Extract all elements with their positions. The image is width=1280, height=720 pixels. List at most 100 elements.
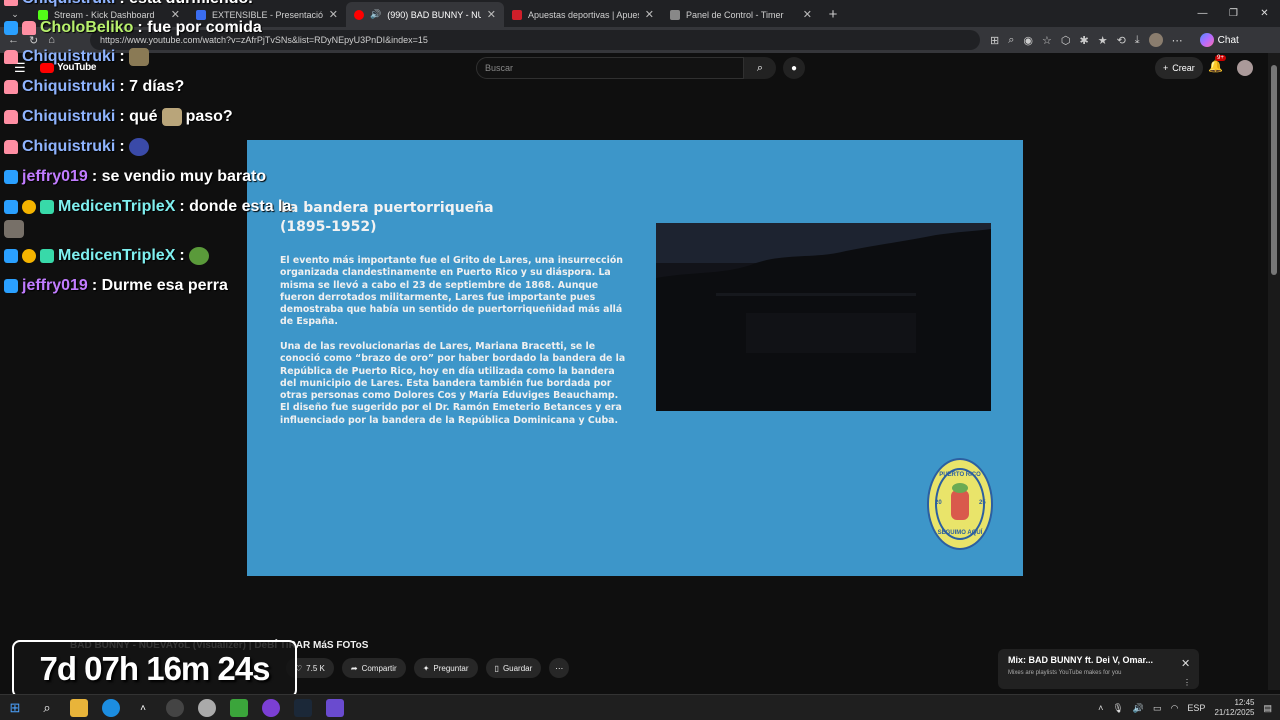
slide-paragraph-1: El evento más importante fue el Grito de… (280, 255, 623, 328)
car-badge-icon (4, 50, 18, 64)
windows-start-icon[interactable]: ⊞ (6, 699, 24, 717)
frog-mascot-icon (951, 483, 969, 520)
plus-icon: + (1163, 63, 1169, 73)
terminal-icon[interactable]: ˄ (134, 699, 152, 717)
more-icon[interactable]: ⋯ (1172, 34, 1183, 47)
window-controls: — ❐ ✕ (1187, 0, 1280, 27)
scrollbar-thumb[interactable] (1271, 65, 1277, 275)
share-button[interactable]: ➦ Compartir (341, 658, 406, 678)
emote-icon (128, 48, 149, 66)
chat-message: Chiquistruki : (4, 48, 149, 66)
steam-icon[interactable] (294, 699, 312, 717)
voice-search-button[interactable]: ● (783, 57, 805, 79)
car-badge-icon (4, 80, 18, 94)
app-green-icon[interactable] (230, 699, 248, 717)
notification-badge: 9+ (1215, 55, 1226, 61)
new-tab-button[interactable]: + (820, 2, 846, 27)
download-icon[interactable]: ⤓ (1135, 34, 1140, 47)
search-icon: ⌕ (756, 61, 764, 74)
maximize-icon[interactable]: ❐ (1218, 0, 1249, 27)
chat-message: CholoBeliko : fue por comida (4, 19, 262, 37)
timer-icon (670, 9, 680, 20)
history-icon[interactable]: ⟲ (1117, 34, 1126, 47)
mix-playlist-card[interactable]: Mix: BAD BUNNY ft. Dei V, Omar... Mixes … (998, 649, 1199, 689)
kick-badge-icon (4, 170, 18, 184)
eye-icon[interactable]: ◉ (1023, 34, 1033, 47)
chat-message: jeffry019 : Durme esa perra (4, 277, 228, 295)
account-avatar[interactable] (1237, 60, 1253, 76)
microphone-icon[interactable]: 🎙 (1112, 703, 1123, 714)
emote-icon (161, 108, 182, 126)
chat-message-emote-line (4, 220, 24, 238)
close-window-icon[interactable]: ✕ (1249, 0, 1280, 27)
video-actions: ♡ 7.5 K ➦ Compartir ✦ Preguntar ▯ Guarda… (286, 658, 570, 678)
kick-icon (38, 9, 48, 20)
chat-message: MedicenTripleX : (4, 247, 209, 265)
obs-icon[interactable] (166, 699, 184, 717)
cat-emote-icon (4, 220, 24, 238)
extension-icon[interactable]: ⬡ (1061, 34, 1071, 47)
install-icon[interactable]: ⊞ (990, 34, 999, 47)
edge-icon[interactable] (102, 699, 120, 717)
extensions-puzzle-icon[interactable]: ✱ (1079, 34, 1088, 47)
tab-timer[interactable]: Panel de Control - Timer ✕ (662, 2, 820, 27)
kick-badge-icon (4, 249, 18, 263)
save-button[interactable]: ▯ Guardar (485, 658, 542, 678)
app-purple-icon[interactable] (262, 699, 280, 717)
create-button[interactable]: + Crear (1155, 57, 1203, 79)
video-player[interactable]: La bandera puertorriqueña (1895-1952) El… (247, 140, 1023, 576)
profile-avatar[interactable] (1148, 33, 1163, 47)
language-indicator[interactable]: ESP (1187, 703, 1205, 713)
search-input[interactable]: Buscar (476, 57, 744, 79)
bookmark-icon: ▯ (494, 663, 499, 673)
tab-apuestas[interactable]: Apuestas deportivas | Apuestas en ✕ (504, 2, 662, 27)
screen: ⌄ Stream - Kick Dashboard ✕ EXTENSIBLE -… (0, 0, 1280, 720)
taskbar: ⊞ ⌕ ˄ ˄ 🎙 🔊 ▭ ◠ ESP 12:45 21/12/2025 ▤ (0, 694, 1280, 720)
speaker-icon[interactable]: 🔊 (370, 9, 381, 20)
ask-button[interactable]: ✦ Preguntar (413, 658, 478, 678)
gift-badge-icon (40, 200, 54, 214)
chat-message: Chiquistruki : esta durmiendo. (4, 0, 253, 8)
system-tray: ˄ 🎙 🔊 ▭ ◠ ESP 12:45 21/12/2025 ▤ (1098, 698, 1272, 718)
kick-badge-icon (4, 279, 18, 293)
car-badge-icon (4, 110, 18, 124)
chat-message: Chiquistruki : 7 días? (4, 78, 184, 96)
chat-message: jeffry019 : se vendio muy barato (4, 168, 266, 186)
chevron-up-icon[interactable]: ˄ (1098, 703, 1103, 713)
close-icon[interactable]: ✕ (1181, 657, 1190, 670)
sparkle-icon: ✦ (422, 663, 430, 673)
kick-badge-icon (4, 21, 18, 35)
volume-icon[interactable]: 🔊 (1133, 703, 1144, 714)
search-button[interactable]: ⌕ (744, 57, 776, 79)
favorites-icon[interactable]: ★ (1098, 34, 1108, 47)
close-icon[interactable]: ✕ (803, 8, 812, 21)
notification-icon[interactable]: ▤ (1263, 703, 1272, 714)
zoom-icon[interactable]: ⌕ (1008, 34, 1014, 47)
bell-icon: 🔔 (1208, 59, 1223, 73)
close-icon[interactable]: ✕ (487, 8, 496, 21)
puerto-rico-seal: PUERTO RICO 20 25 SEGUIMO AQUÍ (927, 458, 993, 550)
gift-badge-icon (40, 249, 54, 263)
more-actions-button[interactable]: ⋯ (549, 658, 570, 678)
clock[interactable]: 12:45 21/12/2025 (1214, 698, 1254, 718)
skull-badge-icon (22, 21, 36, 35)
file-explorer-icon[interactable] (70, 699, 88, 717)
page-scrollbar[interactable] (1268, 53, 1280, 690)
chat-message: Chiquistruki : qué paso? (4, 108, 233, 126)
frog-emote-icon (188, 247, 209, 265)
more-icon: ⋯ (555, 663, 564, 673)
wifi-icon[interactable]: ◠ (1171, 703, 1179, 714)
copilot-chat-button[interactable]: Chat (1199, 33, 1239, 47)
minimize-icon[interactable]: — (1187, 0, 1218, 27)
close-icon[interactable]: ✕ (645, 8, 654, 21)
microphone-icon: ● (790, 62, 798, 74)
search-icon[interactable]: ⌕ (38, 699, 56, 717)
discord-icon[interactable] (326, 699, 344, 717)
star-icon[interactable]: ☆ (1042, 34, 1052, 47)
kebab-menu-icon[interactable]: ⋮ (1183, 678, 1191, 687)
network-icon[interactable]: ▭ (1153, 703, 1162, 714)
app-icon[interactable] (198, 699, 216, 717)
close-icon[interactable]: ✕ (329, 8, 338, 21)
tab-youtube[interactable]: 🔊 (990) BAD BUNNY - NUEVAYoL ✕ (346, 2, 504, 27)
notifications-button[interactable]: 🔔 9+ (1208, 55, 1226, 73)
